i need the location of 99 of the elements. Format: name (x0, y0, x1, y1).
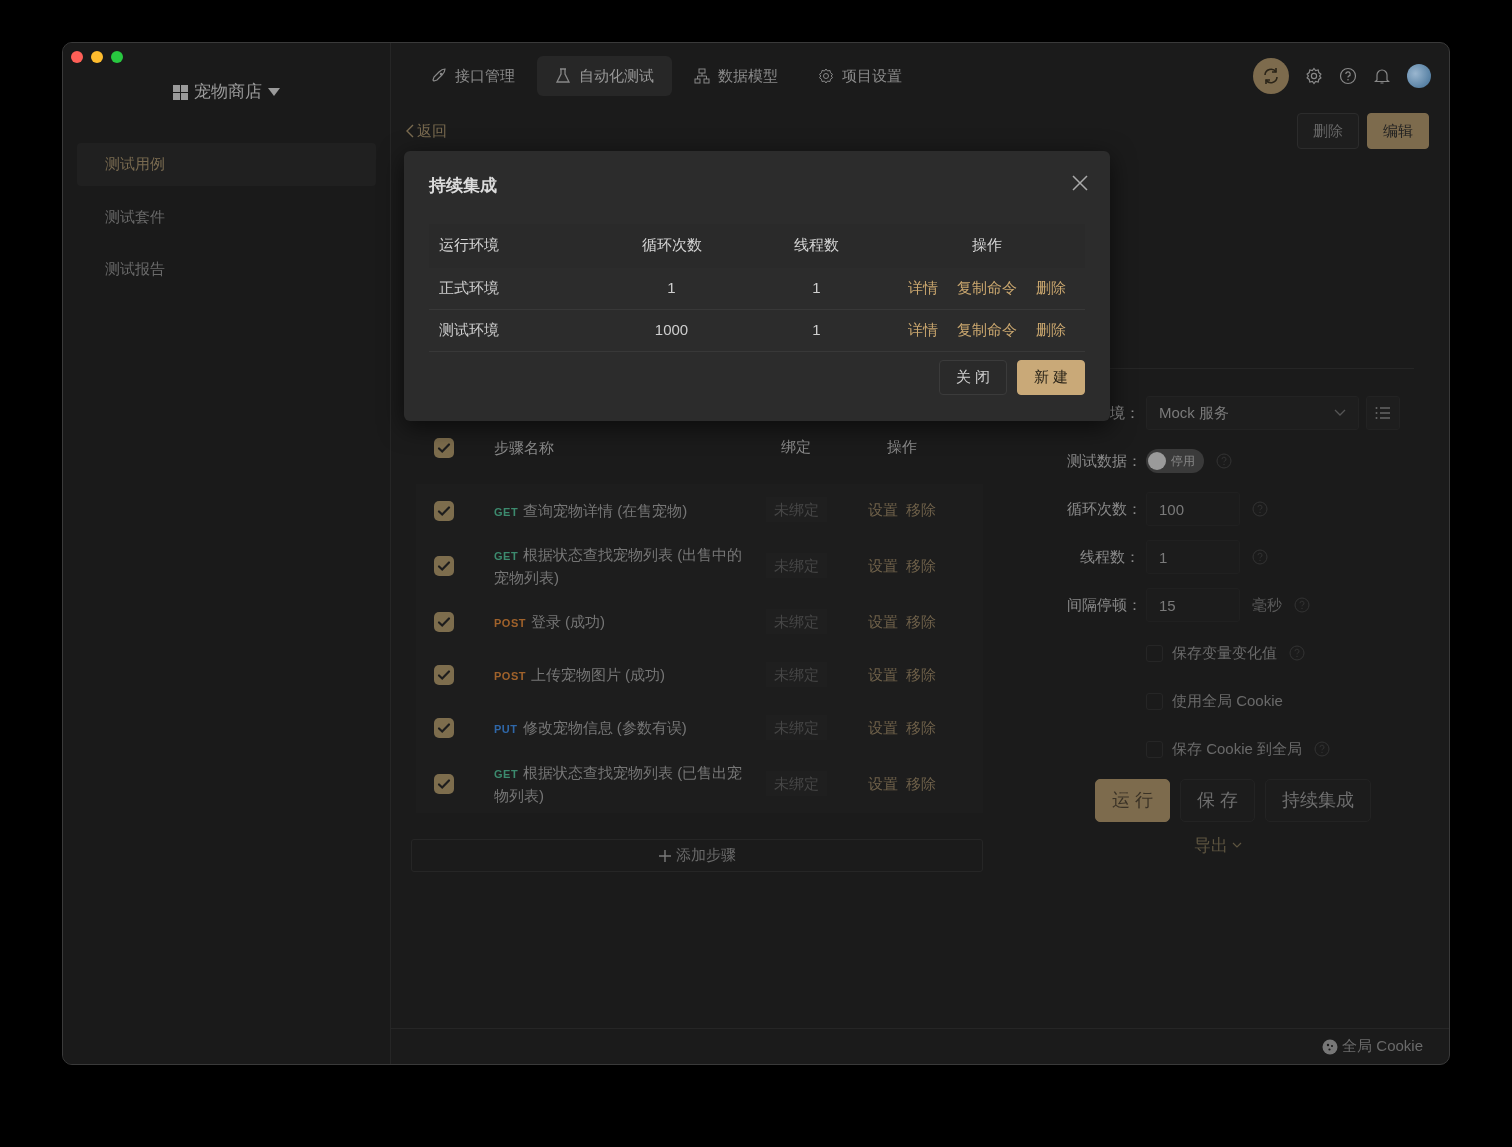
delete-button[interactable]: 删除 (1297, 112, 1359, 150)
close-window-button[interactable] (71, 51, 83, 63)
chevron-down-icon (1334, 409, 1346, 417)
avatar[interactable] (1407, 64, 1431, 88)
zoom-window-button[interactable] (111, 51, 123, 63)
flask-icon (555, 68, 571, 84)
action-link[interactable]: 删除 (1036, 318, 1066, 342)
step-name: POST 登录 (成功) (494, 613, 606, 631)
tab[interactable]: 数据模型 (676, 55, 796, 97)
action-link[interactable]: 设置 (868, 555, 898, 578)
action-link[interactable]: 删除 (1036, 276, 1066, 300)
toggle-switch[interactable]: 停用 (1146, 449, 1204, 473)
action-link[interactable]: 复制命令 (957, 318, 1017, 342)
column-header: 操作 (887, 437, 917, 458)
create-button[interactable]: 新 建 (1016, 359, 1085, 395)
action-button[interactable]: 运 行 (1095, 779, 1170, 822)
table-cell: 1 (812, 320, 821, 338)
checkbox[interactable] (433, 665, 454, 685)
table-cell: 正式环境 (439, 278, 499, 296)
field-label: 测试数据： (1067, 450, 1140, 471)
cookie-icon (1322, 1038, 1339, 1055)
sync-button[interactable] (1253, 58, 1289, 94)
step-name: GET 根据状态查找宠物列表 (已售出宠物列表) (494, 763, 743, 804)
action-link[interactable]: 设置 (868, 499, 898, 522)
action-link[interactable]: 详情 (908, 276, 938, 300)
bell-icon[interactable] (1373, 67, 1391, 85)
field-label: 境： (1109, 402, 1140, 423)
grid-icon (173, 84, 188, 100)
list-icon (1375, 406, 1391, 420)
hierarchy-icon (694, 68, 710, 84)
number-field[interactable]: 100 (1146, 492, 1240, 526)
action-link[interactable]: 设置 (868, 716, 898, 740)
list-button[interactable] (1366, 396, 1400, 430)
table-cell: 1 (812, 278, 821, 296)
action-link[interactable]: 设置 (868, 772, 898, 795)
add-step-button[interactable]: 添加步骤 (411, 839, 983, 872)
step-name: POST 上传宠物图片 (成功) (494, 666, 666, 684)
number-field[interactable]: 15 (1146, 588, 1240, 622)
action-link[interactable]: 详情 (908, 318, 938, 342)
table-cell: 1000 (654, 320, 689, 338)
action-link[interactable]: 设置 (868, 610, 898, 634)
action-button[interactable]: 保 存 (1180, 779, 1256, 822)
tab[interactable]: 项目设置 (800, 55, 920, 97)
environment-select[interactable]: Mock 服务 (1146, 396, 1359, 430)
number-field[interactable]: 1 (1146, 540, 1240, 574)
close-dialog-button[interactable]: 关 闭 (938, 359, 1007, 395)
column-header: 循环次数 (641, 236, 702, 254)
action-link[interactable]: 移除 (906, 663, 936, 687)
column-header: 步骤名称 (494, 438, 554, 456)
back-link[interactable]: 返回 (405, 119, 447, 143)
option-label: 保存变量变化值 (1172, 642, 1277, 663)
settings-icon[interactable] (1305, 67, 1323, 85)
sync-icon (1261, 66, 1281, 86)
action-link[interactable]: 复制命令 (957, 276, 1017, 300)
column-header: 操作 (972, 235, 1002, 256)
action-button[interactable]: 持续集成 (1265, 779, 1372, 822)
action-link[interactable]: 移除 (906, 499, 936, 522)
sidebar-item[interactable]: 测试报告 (77, 248, 376, 291)
field-label: 线程数： (1079, 546, 1140, 567)
minimize-window-button[interactable] (91, 51, 103, 63)
column-header: 运行环境 (439, 236, 499, 254)
chevron-left-icon (405, 124, 415, 138)
dialog-title: 持续集成 (429, 176, 497, 197)
option-label: 使用全局 Cookie (1172, 690, 1283, 711)
tab[interactable]: 接口管理 (413, 55, 533, 97)
checkbox[interactable] (433, 500, 454, 521)
checkbox[interactable] (433, 556, 454, 577)
status-text[interactable]: 全局 Cookie (1342, 1035, 1423, 1058)
step-name: GET 查询宠物详情 (在售宠物) (494, 501, 688, 519)
action-link[interactable]: 设置 (868, 663, 898, 687)
project-name[interactable]: 宠物商店 (194, 79, 262, 105)
step-name: PUT 修改宠物信息 (参数有误) (494, 719, 687, 737)
checkbox[interactable] (433, 773, 454, 794)
action-link[interactable]: 移除 (906, 716, 936, 740)
column-header: 绑定 (781, 438, 811, 456)
column-header: 线程数 (794, 236, 839, 254)
unit-label: 毫秒 (1252, 594, 1282, 615)
checkbox[interactable] (433, 612, 454, 632)
sidebar-item[interactable]: 测试套件 (77, 195, 376, 238)
table-cell: 测试环境 (439, 320, 499, 338)
field-label: 循环次数： (1067, 498, 1140, 519)
tab[interactable]: 自动化测试 (537, 55, 672, 97)
plus-icon (658, 848, 672, 863)
action-link[interactable]: 移除 (906, 610, 936, 634)
field-label: 间隔停顿： (1067, 594, 1140, 615)
edit-button[interactable]: 编辑 (1367, 112, 1429, 150)
step-name: GET 根据状态查找宠物列表 (出售中的宠物列表) (494, 546, 743, 587)
checkbox[interactable] (433, 718, 454, 738)
gear-icon (818, 68, 834, 84)
export-button[interactable]: 导出 (1043, 832, 1393, 860)
help-icon[interactable] (1339, 67, 1357, 85)
option-label: 保存 Cookie 到全局 (1172, 738, 1303, 759)
table-cell: 1 (667, 278, 676, 296)
action-link[interactable]: 移除 (906, 772, 936, 795)
action-link[interactable]: 移除 (906, 555, 936, 578)
sidebar-item[interactable]: 测试用例 (77, 143, 376, 186)
checkbox[interactable] (433, 437, 454, 458)
caret-icon[interactable] (268, 88, 280, 96)
chevron-down-icon (1232, 842, 1242, 850)
